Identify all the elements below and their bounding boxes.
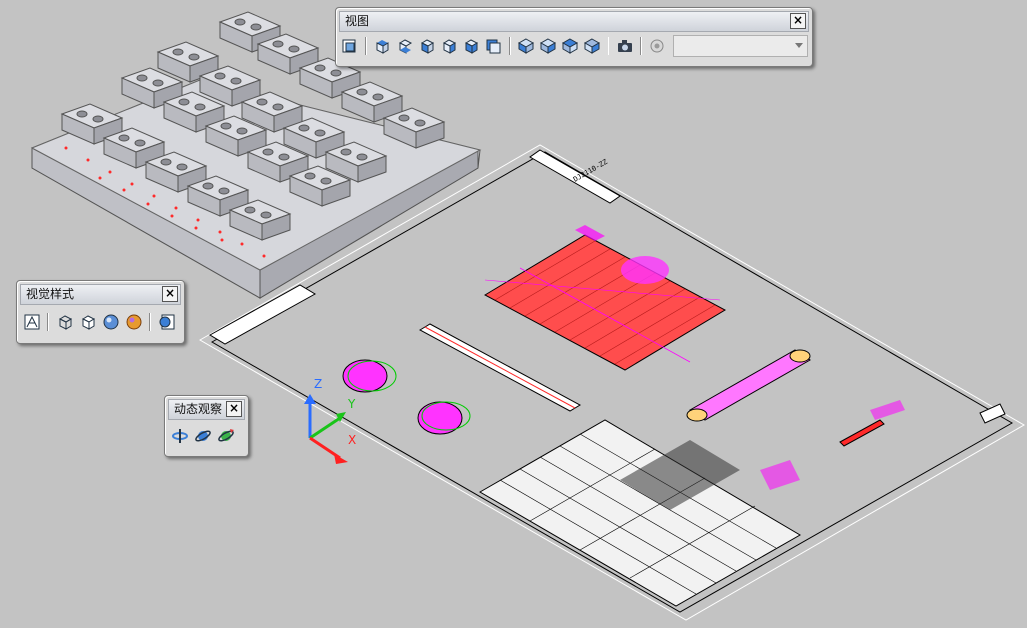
- conceptual-icon[interactable]: [123, 311, 144, 332]
- separator: [365, 37, 368, 55]
- orbit-toolbar-close-button[interactable]: ×: [226, 401, 242, 417]
- view-toolbar-close-button[interactable]: ×: [790, 13, 806, 29]
- constrained-orbit-icon[interactable]: [169, 425, 190, 446]
- ucs-y-label: Y: [347, 397, 356, 411]
- right-view-icon[interactable]: [439, 36, 459, 57]
- front-view-icon[interactable]: [461, 36, 481, 57]
- visual-style-toolbar-titlebar[interactable]: 视觉样式 ×: [20, 284, 181, 305]
- ucs-view-icon[interactable]: [647, 36, 667, 57]
- 3d-wireframe-icon[interactable]: [54, 311, 75, 332]
- ucs-x-label: X: [348, 433, 356, 447]
- visual-style-toolbar: 视觉样式 ×: [16, 280, 185, 344]
- view-toolbar-title: 视图: [345, 14, 370, 28]
- hidden-icon[interactable]: [77, 311, 98, 332]
- orbit-toolbar: 动态观察 ×: [164, 395, 249, 457]
- visual-style-toolbar-close-button[interactable]: ×: [162, 286, 178, 302]
- ne-iso-icon[interactable]: [560, 36, 580, 57]
- continuous-orbit-icon[interactable]: [215, 425, 236, 446]
- separator: [607, 37, 610, 55]
- separator: [149, 312, 151, 331]
- chevron-down-icon: [794, 43, 803, 48]
- orbit-toolbar-titlebar[interactable]: 动态观察 ×: [168, 399, 245, 420]
- named-views-icon[interactable]: [340, 36, 360, 57]
- separator: [508, 37, 511, 55]
- left-view-icon[interactable]: [417, 36, 437, 57]
- se-iso-icon[interactable]: [538, 36, 558, 57]
- view-dropdown[interactable]: [672, 35, 808, 57]
- 2d-wireframe-icon[interactable]: [21, 311, 42, 332]
- orbit-toolbar-title: 动态观察: [174, 402, 223, 416]
- separator: [639, 37, 642, 55]
- camera-icon[interactable]: [614, 36, 634, 57]
- top-view-icon[interactable]: [372, 36, 392, 57]
- ucs-z-label: Z: [314, 377, 322, 391]
- free-orbit-icon[interactable]: [192, 425, 213, 446]
- visual-style-toolbar-title: 视觉样式: [26, 287, 75, 301]
- view-toolbar: 视图 ×: [335, 7, 813, 67]
- back-view-icon[interactable]: [483, 36, 503, 57]
- bottom-view-icon[interactable]: [394, 36, 414, 57]
- realistic-icon[interactable]: [100, 311, 121, 332]
- visual-style-manager-icon[interactable]: [156, 311, 177, 332]
- sw-iso-icon[interactable]: [516, 36, 536, 57]
- view-toolbar-titlebar[interactable]: 视图 ×: [339, 11, 809, 32]
- nw-iso-icon[interactable]: [582, 36, 602, 57]
- separator: [47, 312, 49, 331]
